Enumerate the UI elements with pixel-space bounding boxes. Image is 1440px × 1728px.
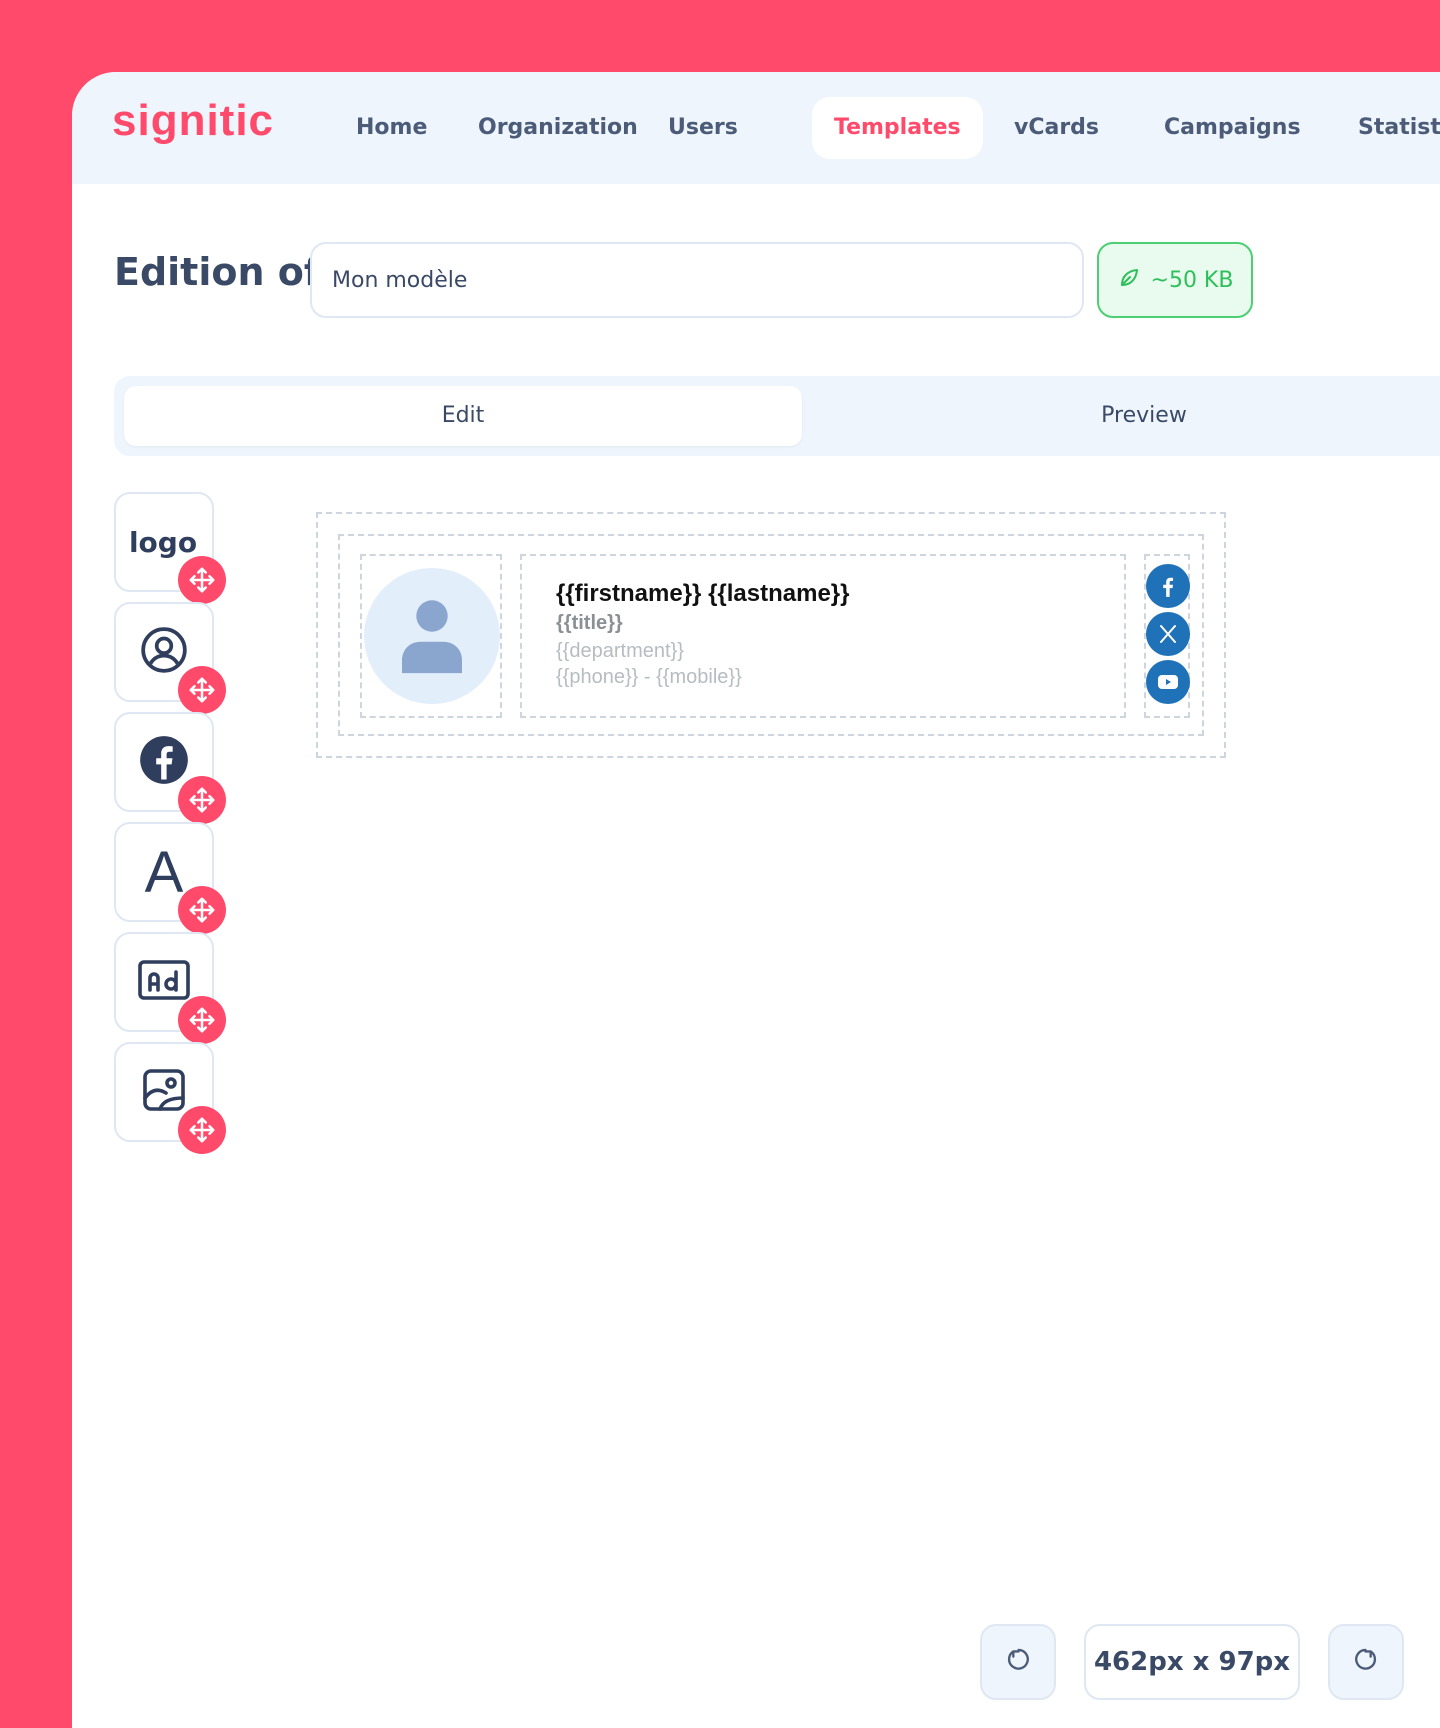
- facebook-icon[interactable]: [1146, 564, 1190, 608]
- text-cell[interactable]: {{firstname}} {{lastname}} {{title}} {{d…: [520, 554, 1126, 718]
- nav-item-templates[interactable]: Templates: [812, 97, 983, 159]
- leaf-icon: [1117, 265, 1141, 295]
- person-icon: [402, 600, 462, 674]
- move-icon[interactable]: [178, 886, 226, 934]
- facebook-icon: [138, 734, 190, 790]
- signature-phone: {{phone}} - {{mobile}}: [556, 666, 742, 688]
- nav-item-users[interactable]: Users: [646, 97, 760, 159]
- palette-item-logo[interactable]: logo: [114, 492, 226, 604]
- signature-canvas[interactable]: {{firstname}} {{lastname}} {{title}} {{d…: [316, 512, 1226, 758]
- nav-item-home[interactable]: Home: [334, 97, 449, 159]
- move-icon[interactable]: [178, 1106, 226, 1154]
- move-icon[interactable]: [178, 556, 226, 604]
- redo-icon: [1352, 1645, 1380, 1680]
- palette-item-image[interactable]: [114, 1042, 226, 1154]
- redo-button[interactable]: [1328, 1624, 1404, 1700]
- top-nav: signitic Home Organization Users Templat…: [72, 72, 1440, 184]
- palette-item-photo[interactable]: [114, 602, 226, 714]
- move-icon[interactable]: [178, 996, 226, 1044]
- nav-item-campaigns[interactable]: Campaigns: [1142, 97, 1323, 159]
- avatar: [364, 568, 500, 704]
- signature-title: {{title}}: [556, 612, 623, 634]
- brand-logo[interactable]: signitic: [112, 96, 274, 146]
- dimensions-display: 462px x 97px: [1084, 1624, 1300, 1700]
- palette-item-social[interactable]: [114, 712, 226, 824]
- nav-item-statistics[interactable]: Statistic: [1336, 97, 1440, 159]
- image-icon: [140, 1066, 188, 1118]
- nav-item-organization[interactable]: Organization: [456, 97, 660, 159]
- undo-icon: [1004, 1645, 1032, 1680]
- undo-button[interactable]: [980, 1624, 1056, 1700]
- signature-name: {{firstname}} {{lastname}}: [556, 580, 850, 607]
- page-title: Edition of: [114, 250, 321, 294]
- signature-department: {{department}}: [556, 640, 684, 662]
- youtube-icon[interactable]: [1146, 660, 1190, 704]
- move-icon[interactable]: [178, 666, 226, 714]
- weight-badge: ~50 KB: [1097, 242, 1253, 318]
- palette-item-banner[interactable]: [114, 932, 226, 1044]
- signature-row[interactable]: {{firstname}} {{lastname}} {{title}} {{d…: [338, 534, 1204, 736]
- move-icon[interactable]: [178, 776, 226, 824]
- palette-item-text[interactable]: A: [114, 822, 226, 934]
- user-circle-icon: [139, 625, 189, 679]
- template-name-input[interactable]: [310, 242, 1084, 318]
- ad-banner-icon: [136, 958, 192, 1006]
- editor-tabs: Edit Preview: [114, 376, 1440, 456]
- app-window: signitic Home Organization Users Templat…: [72, 72, 1440, 1728]
- social-cell[interactable]: [1144, 554, 1190, 718]
- avatar-cell[interactable]: [360, 554, 502, 718]
- x-icon[interactable]: [1146, 612, 1190, 656]
- tab-edit[interactable]: Edit: [124, 386, 802, 446]
- tab-preview[interactable]: Preview: [814, 386, 1440, 446]
- logo-block-icon: logo: [128, 525, 198, 559]
- text-icon: A: [144, 839, 184, 905]
- nav-item-vcards[interactable]: vCards: [992, 97, 1121, 159]
- weight-label: ~50 KB: [1150, 267, 1234, 293]
